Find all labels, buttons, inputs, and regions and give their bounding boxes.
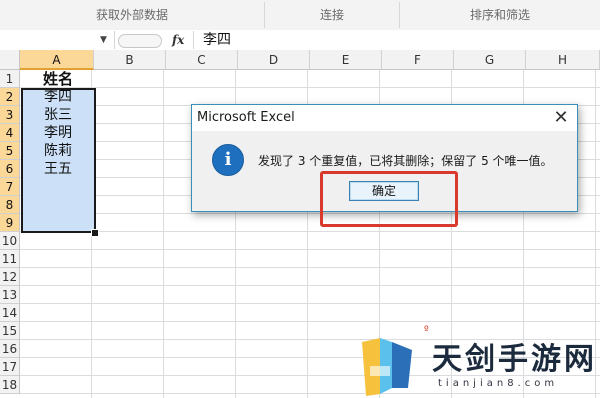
formula-bar-separator [193, 31, 194, 49]
formula-cancel-enter-buttons[interactable] [118, 34, 162, 48]
formula-bar-separator [114, 31, 115, 49]
row-header[interactable]: 9 [0, 214, 20, 232]
row-header[interactable]: 4 [0, 124, 20, 142]
info-icon: i [212, 144, 244, 176]
row-header[interactable]: 14 [0, 304, 20, 322]
row-header[interactable]: 1 [0, 70, 20, 88]
watermark-logo-icon [362, 338, 412, 396]
dialog-title-bar[interactable]: Microsoft Excel ✕ [192, 105, 577, 131]
row-header[interactable]: 6 [0, 160, 20, 178]
fill-handle[interactable] [91, 229, 99, 237]
watermark-url: tianjian8.com [438, 378, 559, 389]
column-header-a[interactable]: A [20, 50, 94, 70]
watermark: 天剑手游网 tianjian8.com [350, 330, 600, 398]
ribbon-group-sort-filter[interactable]: 排序和筛选 [400, 0, 600, 30]
ribbon-groups: 获取外部数据 连接 排序和筛选 [0, 0, 600, 31]
ribbon-group-connections[interactable]: 连接 [265, 0, 399, 30]
row-header[interactable]: 2 [0, 88, 20, 106]
close-icon[interactable]: ✕ [551, 108, 571, 128]
formula-bar: ▼ fx 李四 [0, 30, 600, 51]
row-header[interactable]: 3 [0, 106, 20, 124]
column-header-b[interactable]: B [94, 50, 166, 70]
column-header-d[interactable]: D [238, 50, 310, 70]
dialog-title: Microsoft Excel [197, 110, 295, 125]
select-all-corner[interactable] [0, 50, 20, 70]
name-box[interactable] [0, 32, 112, 48]
row-header[interactable]: 16 [0, 340, 20, 358]
highlight-annotation-box [320, 171, 458, 227]
row-header[interactable]: 11 [0, 250, 20, 268]
row-header[interactable]: 10 [0, 232, 20, 250]
selection-border [21, 88, 96, 233]
row-header[interactable]: 18 [0, 376, 20, 394]
column-header-e[interactable]: E [310, 50, 382, 70]
row-header[interactable]: 15 [0, 322, 20, 340]
column-header-f[interactable]: F [382, 50, 454, 70]
watermark-title: 天剑手游网 [432, 342, 597, 377]
row-header[interactable]: 12 [0, 268, 20, 286]
row-header[interactable]: 5 [0, 142, 20, 160]
row-header[interactable]: 7 [0, 178, 20, 196]
row-header[interactable]: 13 [0, 286, 20, 304]
dialog-message: 发现了 3 个重复值，已将其删除；保留了 5 个唯一值。 [258, 154, 553, 168]
ribbon-group-get-external-data[interactable]: 获取外部数据 [0, 0, 264, 30]
row-header[interactable]: 17 [0, 358, 20, 376]
column-header-h[interactable]: H [526, 50, 600, 70]
column-header-c[interactable]: C [166, 50, 238, 70]
insert-function-icon[interactable]: fx [172, 31, 188, 49]
cell-a1-name-header[interactable]: 姓名 [22, 70, 94, 88]
column-header-g[interactable]: G [454, 50, 526, 70]
row-header[interactable]: 8 [0, 196, 20, 214]
formula-input[interactable]: 李四 [203, 31, 231, 49]
chevron-down-icon[interactable]: ▼ [100, 33, 110, 47]
